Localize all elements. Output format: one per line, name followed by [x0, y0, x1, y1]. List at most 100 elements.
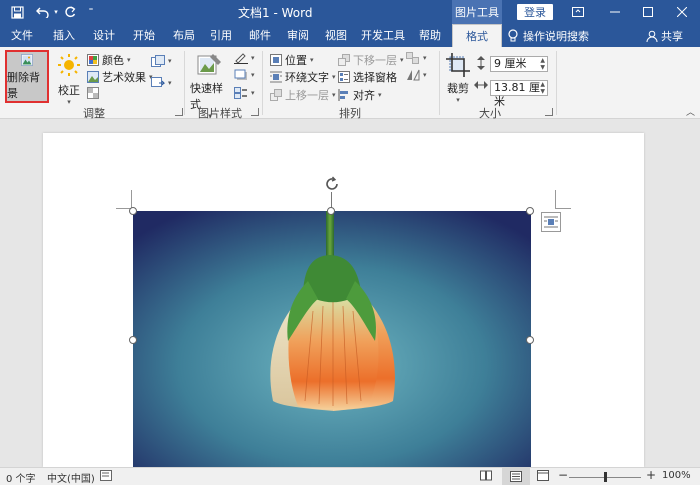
bring-forward-button[interactable]: 上移一层 ▾ — [270, 87, 336, 103]
picture-effects-button[interactable]: ▾ — [234, 69, 255, 81]
wrap-text-icon — [270, 71, 282, 83]
resize-handle-top[interactable] — [327, 207, 335, 215]
tab-mailings[interactable]: 邮件 — [242, 24, 278, 47]
transparency-button[interactable] — [87, 87, 99, 99]
compress-pictures-button[interactable]: ▾ — [151, 55, 172, 67]
remove-background-label: 删除背景 — [7, 71, 40, 100]
crop-button[interactable]: 裁剪 ▾ — [443, 53, 473, 104]
tell-me-search[interactable]: 操作说明搜索 — [508, 24, 589, 47]
tab-layout[interactable]: 布局 — [164, 24, 204, 47]
height-spinner[interactable]: ▲ ▼ — [540, 57, 545, 71]
picture-layout-icon — [234, 87, 247, 99]
resize-handle-top-right[interactable] — [526, 207, 534, 215]
crop-label: 裁剪 — [447, 82, 469, 95]
zoom-level[interactable]: 100% — [662, 470, 691, 481]
collapse-ribbon-icon[interactable]: ︿ — [686, 105, 695, 118]
bring-forward-icon — [270, 89, 282, 101]
pen-icon — [234, 53, 248, 64]
ribbon: 删除背景 校正 ▾ 颜色 ▾ 艺术效果 ▾ ▾ ▾ 调整 快速样式 ▾ ▾ ▾ … — [0, 47, 700, 120]
size-group-launcher[interactable] — [545, 108, 553, 116]
selected-picture[interactable] — [133, 211, 531, 467]
send-backward-label: 下移一层 — [353, 54, 397, 67]
tab-design[interactable]: 设计 — [84, 24, 124, 47]
transparency-icon — [87, 87, 99, 99]
share-label: 共享 — [661, 29, 683, 43]
tab-developer[interactable]: 开发工具 — [356, 24, 410, 47]
web-layout-icon[interactable] — [537, 470, 549, 481]
resize-handle-left[interactable] — [129, 336, 137, 344]
rotate-handle-icon[interactable] — [324, 176, 340, 192]
selection-pane-button[interactable]: 选择窗格 — [338, 69, 397, 85]
quick-styles-icon — [197, 54, 221, 75]
undo-dropdown-icon[interactable]: ▾ — [52, 3, 60, 21]
compress-pictures-icon — [151, 55, 165, 67]
document-title: 文档1 - Word — [238, 6, 313, 20]
person-icon — [646, 30, 658, 42]
resize-handle-top-left[interactable] — [129, 207, 137, 215]
close-icon[interactable] — [667, 0, 697, 24]
rotate-icon — [407, 69, 420, 81]
position-button[interactable]: 位置 ▾ — [270, 52, 314, 68]
track-changes-icon[interactable] — [100, 470, 112, 481]
customize-qat-icon[interactable]: ⁼ — [86, 3, 96, 21]
color-button[interactable]: 颜色 ▾ — [87, 52, 131, 68]
tab-help[interactable]: 帮助 — [412, 24, 448, 47]
width-spinner[interactable]: ▲ ▼ — [540, 81, 545, 95]
read-mode-icon[interactable] — [480, 470, 492, 481]
layout-options-icon — [544, 216, 558, 228]
zoom-in-button[interactable]: + — [646, 468, 656, 482]
tab-file[interactable]: 文件 — [4, 24, 40, 47]
send-backward-button[interactable]: 下移一层 ▾ — [338, 52, 404, 68]
save-icon[interactable] — [8, 3, 26, 21]
print-layout-icon[interactable] — [502, 468, 530, 485]
tab-home[interactable]: 开始 — [124, 24, 164, 47]
ribbon-display-options-icon[interactable] — [563, 0, 593, 24]
wrap-text-button[interactable]: 环绕文字 ▾ — [270, 69, 336, 85]
layout-options-button[interactable] — [541, 212, 561, 232]
remove-background-button[interactable]: 删除背景 — [5, 50, 49, 103]
tab-format[interactable]: 格式 — [452, 24, 502, 47]
height-icon — [476, 56, 486, 70]
zoom-slider-thumb[interactable] — [603, 472, 607, 482]
remove-background-icon — [21, 54, 33, 66]
picture-border-button[interactable]: ▾ — [234, 52, 255, 64]
picture-layout-button[interactable]: ▾ — [234, 87, 255, 99]
word-count[interactable]: 0 个字 — [6, 470, 36, 485]
tab-references[interactable]: 引用 — [204, 24, 238, 47]
position-icon — [270, 54, 282, 66]
separator — [184, 51, 185, 115]
corrections-button[interactable]: 校正 ▾ — [55, 53, 83, 106]
redo-icon[interactable] — [62, 3, 78, 21]
selection-pane-icon — [338, 71, 350, 83]
width-icon — [474, 80, 488, 90]
align-button[interactable]: 对齐 ▾ — [338, 87, 382, 103]
change-picture-button[interactable]: ▾ — [151, 77, 172, 89]
resize-handle-right[interactable] — [526, 336, 534, 344]
picture-styles-launcher[interactable] — [251, 108, 259, 116]
width-value: 13.81 厘米 — [494, 81, 540, 108]
share-button[interactable]: 共享 — [646, 24, 683, 47]
margin-mark — [555, 190, 556, 208]
width-field[interactable]: 13.81 厘米 ▲ ▼ — [490, 80, 548, 108]
zoom-out-button[interactable]: − — [558, 468, 568, 482]
adjust-group-launcher[interactable] — [175, 108, 183, 116]
picture-tools-header: 图片工具 — [452, 0, 502, 24]
rotate-button[interactable]: ▾ — [406, 69, 427, 81]
tab-insert[interactable]: 插入 — [44, 24, 84, 47]
tab-view[interactable]: 视图 — [318, 24, 354, 47]
maximize-icon[interactable] — [633, 0, 663, 24]
login-button[interactable]: 登录 — [517, 4, 553, 20]
undo-icon[interactable] — [34, 3, 52, 21]
group-objects-button[interactable]: ▾ — [406, 52, 427, 64]
tab-review[interactable]: 审阅 — [280, 24, 316, 47]
artistic-effects-button[interactable]: 艺术效果 ▾ — [87, 69, 153, 85]
align-label: 对齐 — [353, 89, 375, 102]
margin-mark — [555, 208, 571, 209]
sun-icon — [58, 54, 80, 76]
language-indicator[interactable]: 中文(中国) — [47, 470, 95, 485]
color-label: 颜色 — [102, 54, 124, 67]
height-field[interactable]: 9 厘米 ▲ ▼ — [490, 56, 548, 72]
minimize-icon[interactable] — [600, 0, 630, 24]
crop-icon — [446, 53, 470, 77]
position-label: 位置 — [285, 54, 307, 67]
